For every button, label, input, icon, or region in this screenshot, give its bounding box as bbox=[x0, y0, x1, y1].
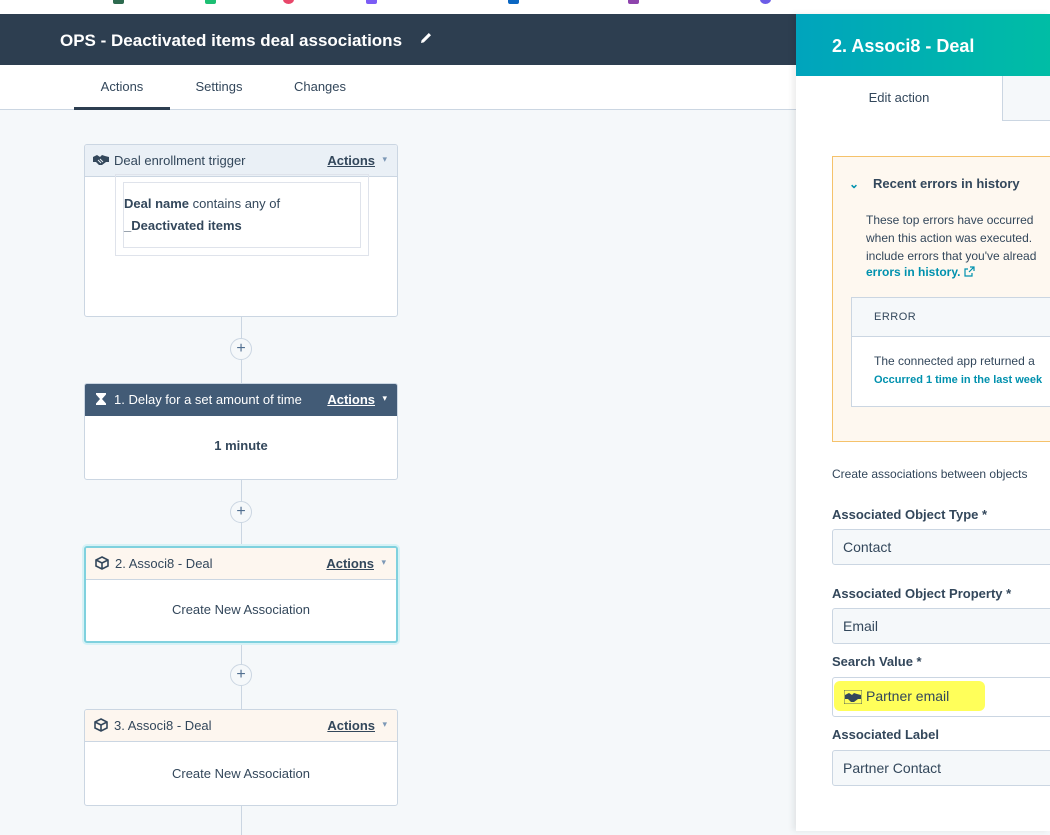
enrollment-trigger-card[interactable]: Deal enrollment trigger Actions ▾ Deal n… bbox=[84, 144, 398, 317]
tab-secondary[interactable] bbox=[1003, 76, 1050, 120]
action-label: 3. Associ8 - Deal bbox=[114, 718, 212, 733]
delay-label: 1. Delay for a set amount of time bbox=[114, 392, 302, 407]
error-occurrence-link[interactable]: Occurred 1 time in the last week bbox=[874, 374, 1042, 386]
error-column-header: ERROR bbox=[852, 298, 1050, 337]
object-type-select[interactable]: Contact bbox=[832, 529, 1050, 565]
tab-edit-action[interactable]: Edit action bbox=[796, 76, 1003, 121]
action-description: Create New Association bbox=[171, 602, 310, 617]
associated-label-label: Associated Label bbox=[832, 727, 939, 742]
filter-value: _Deactivated items bbox=[124, 218, 242, 233]
card-header: Deal enrollment trigger Actions ▾ bbox=[85, 145, 397, 177]
actions-dropdown[interactable]: Actions bbox=[327, 153, 375, 168]
error-message: The connected app returned a bbox=[874, 354, 1035, 368]
errors-history-link[interactable]: errors in history. bbox=[866, 265, 975, 279]
hourglass-icon bbox=[96, 393, 106, 405]
object-property-select[interactable]: Email bbox=[832, 608, 1050, 644]
filter-property: Deal name bbox=[124, 196, 190, 211]
caret-down-icon[interactable]: ▾ bbox=[382, 719, 387, 730]
panel-tabs: Edit action bbox=[796, 76, 1050, 121]
panel-title: 2. Associ8 - Deal bbox=[832, 36, 975, 56]
associ8-action-card[interactable]: 2. Associ8 - Deal Actions ▾ Create New A… bbox=[84, 546, 398, 643]
bookmark-icon[interactable] bbox=[366, 0, 377, 4]
panel-header: 2. Associ8 - Deal bbox=[796, 14, 1050, 76]
delay-action-card[interactable]: 1. Delay for a set amount of time Action… bbox=[84, 383, 398, 480]
actions-dropdown[interactable]: Actions bbox=[327, 392, 375, 407]
add-action-button[interactable]: + bbox=[230, 664, 252, 686]
search-value-token[interactable]: Partner email bbox=[844, 686, 949, 708]
search-value-text: Partner email bbox=[866, 688, 950, 704]
filter-operator: contains any of bbox=[192, 196, 281, 211]
workflow-tabs: Actions Settings Changes bbox=[0, 65, 796, 110]
errors-title[interactable]: Recent errors in history bbox=[873, 176, 1020, 191]
workflow-header: OPS - Deactivated items deal association… bbox=[0, 14, 796, 65]
add-action-button[interactable]: + bbox=[230, 338, 252, 360]
caret-down-icon[interactable]: ▾ bbox=[382, 154, 387, 165]
card-header: 3. Associ8 - Deal Actions ▾ bbox=[85, 710, 397, 742]
chevron-down-icon[interactable]: ⌄ bbox=[849, 177, 859, 191]
bookmark-icon[interactable] bbox=[113, 0, 124, 4]
workflow-canvas: + + + Deal enrollment trigger Actions ▾ … bbox=[0, 110, 796, 835]
trigger-label: Deal enrollment trigger bbox=[114, 153, 246, 168]
search-value-label: Search Value * bbox=[832, 654, 922, 669]
associ8-action-card[interactable]: 3. Associ8 - Deal Actions ▾ Create New A… bbox=[84, 709, 398, 806]
actions-dropdown[interactable]: Actions bbox=[327, 718, 375, 733]
bookmarks-bar bbox=[0, 0, 1050, 14]
associated-label-select[interactable]: Partner Contact bbox=[832, 750, 1050, 786]
tab-settings[interactable]: Settings bbox=[182, 65, 256, 109]
external-link-icon[interactable] bbox=[964, 266, 975, 277]
caret-down-icon[interactable]: ▾ bbox=[381, 557, 386, 568]
cube-icon bbox=[94, 718, 108, 732]
bookmark-icon[interactable] bbox=[205, 0, 216, 4]
card-header: 2. Associ8 - Deal Actions ▾ bbox=[86, 548, 396, 580]
handshake-icon bbox=[844, 690, 862, 705]
action-description-text: Create associations between objects bbox=[832, 467, 1028, 481]
handshake-icon bbox=[93, 155, 109, 165]
bookmark-icon[interactable] bbox=[760, 0, 771, 4]
bookmark-icon[interactable] bbox=[628, 0, 639, 4]
pencil-icon[interactable] bbox=[418, 30, 434, 46]
errors-table: ERROR The connected app returned a Occur… bbox=[851, 297, 1050, 407]
filter-condition: Deal name contains any of _Deactivated i… bbox=[123, 182, 361, 248]
actions-dropdown[interactable]: Actions bbox=[326, 556, 374, 571]
recent-errors-alert: ⌄ Recent errors in history These top err… bbox=[832, 156, 1050, 442]
caret-down-icon[interactable]: ▾ bbox=[382, 393, 387, 404]
errors-description: These top errors have occurred when this… bbox=[866, 213, 1037, 263]
trigger-filter[interactable]: Deal name contains any of _Deactivated i… bbox=[115, 174, 369, 256]
action-label: 2. Associ8 - Deal bbox=[115, 556, 213, 571]
object-type-label: Associated Object Type * bbox=[832, 507, 988, 522]
bookmark-icon[interactable] bbox=[508, 0, 519, 4]
tab-actions[interactable]: Actions bbox=[74, 65, 170, 110]
action-description: Create New Association bbox=[171, 766, 310, 781]
bookmark-icon[interactable] bbox=[283, 0, 294, 4]
add-action-button[interactable]: + bbox=[230, 501, 252, 523]
delay-duration: 1 minute bbox=[214, 438, 268, 453]
card-header: 1. Delay for a set amount of time Action… bbox=[85, 384, 397, 416]
cube-icon bbox=[95, 556, 109, 570]
tab-changes[interactable]: Changes bbox=[282, 65, 358, 109]
object-property-label: Associated Object Property * bbox=[832, 586, 1012, 601]
workflow-title[interactable]: OPS - Deactivated items deal association… bbox=[60, 31, 402, 51]
